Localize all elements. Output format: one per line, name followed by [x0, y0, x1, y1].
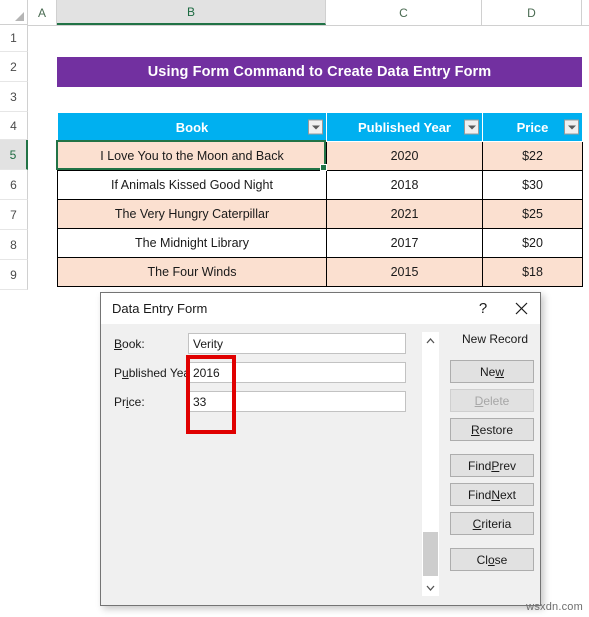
row-header-4[interactable]: 4: [0, 112, 28, 140]
table-cell[interactable]: $18: [482, 257, 583, 287]
table-cell[interactable]: The Very Hungry Caterpillar: [57, 199, 327, 229]
column-header-b[interactable]: B: [57, 0, 326, 25]
record-status-label: New Record: [461, 332, 529, 346]
table-cell[interactable]: 2020: [326, 141, 483, 171]
row-header-1[interactable]: 1: [0, 25, 28, 52]
row-header-3[interactable]: 3: [0, 82, 28, 112]
table-cell[interactable]: $30: [482, 170, 583, 200]
table-cell[interactable]: 2021: [326, 199, 483, 229]
table-header-book[interactable]: Book: [57, 112, 327, 142]
table-header-published-year-label: Published Year: [358, 119, 451, 135]
row-header-label: 5: [9, 147, 17, 162]
table-cell[interactable]: $25: [482, 199, 583, 229]
find-next-button[interactable]: Find Next: [450, 483, 534, 506]
field-label-0: Book:: [114, 337, 145, 351]
table-cell[interactable]: $22: [482, 141, 583, 171]
field-input-1[interactable]: [188, 362, 406, 383]
column-header-label: A: [37, 5, 46, 20]
dialog-title: Data Entry Form: [112, 301, 208, 316]
scrollbar-thumb[interactable]: [423, 532, 438, 576]
row-header-label: 7: [10, 207, 17, 222]
scroll-up-icon[interactable]: [422, 332, 439, 349]
data-entry-form-dialog: Data Entry Form ? Book: Published Year: Pr…: [100, 292, 541, 606]
column-header-c[interactable]: C: [326, 0, 482, 25]
column-header-d[interactable]: D: [482, 0, 582, 25]
new-button[interactable]: Ne w: [450, 360, 534, 383]
table-header-row: Book Published Year Price: [57, 112, 583, 142]
table-row: The Midnight Library 2017 $20: [57, 228, 583, 258]
row-header-2[interactable]: 2: [0, 52, 28, 82]
field-input-0[interactable]: [188, 333, 406, 354]
table-cell[interactable]: I Love You to the Moon and Back: [57, 141, 327, 171]
table-header-book-label: Book: [175, 119, 209, 135]
table-cell[interactable]: 2017: [326, 228, 483, 258]
table-row: I Love You to the Moon and Back 2020 $22: [57, 141, 583, 171]
criteria-button[interactable]: Criteria: [450, 512, 534, 535]
column-header-strip: A B C D: [0, 0, 589, 26]
column-header-a[interactable]: A: [28, 0, 57, 25]
row-header-label: 6: [10, 177, 17, 192]
row-header-label: 1: [10, 31, 17, 45]
filter-dropdown-icon[interactable]: [564, 119, 579, 135]
table-cell[interactable]: If Animals Kissed Good Night: [57, 170, 327, 200]
row-header-8[interactable]: 8: [0, 230, 28, 260]
row-header-9[interactable]: 9: [0, 260, 28, 290]
table-cell[interactable]: 2015: [326, 257, 483, 287]
row-header-label: 8: [10, 237, 17, 252]
row-header-label: 9: [10, 267, 17, 282]
find-prev-button[interactable]: Find Prev: [450, 454, 534, 477]
restore-button[interactable]: Restore: [450, 418, 534, 441]
table-cell[interactable]: The Midnight Library: [57, 228, 327, 258]
row-header-label: 3: [10, 89, 17, 104]
dialog-window-controls: ?: [464, 293, 540, 324]
column-header-label: C: [399, 5, 408, 20]
table-cell[interactable]: $20: [482, 228, 583, 258]
dialog-body: Book: Published Year: Price: New Record Ne…: [101, 324, 540, 605]
row-header-7[interactable]: 7: [0, 200, 28, 230]
watermark: wsxdn.com: [526, 601, 583, 613]
select-all-corner[interactable]: [0, 0, 28, 25]
scroll-down-icon[interactable]: [422, 579, 439, 596]
filter-dropdown-icon[interactable]: [464, 119, 479, 135]
row-header-5[interactable]: 5: [0, 140, 28, 170]
column-header-label: D: [527, 5, 536, 20]
table-cell[interactable]: The Four Winds: [57, 257, 327, 287]
data-table: Book Published Year Price I Love You to …: [57, 112, 583, 287]
table-row: The Four Winds 2015 $18: [57, 257, 583, 287]
dialog-title-bar[interactable]: Data Entry Form ?: [101, 293, 540, 324]
row-header-label: 4: [10, 118, 17, 133]
table-header-published-year[interactable]: Published Year: [326, 112, 483, 142]
row-header-label: 2: [10, 59, 17, 74]
close-icon[interactable]: [502, 293, 540, 324]
record-scrollbar[interactable]: [421, 332, 439, 596]
column-header-label: B: [186, 4, 195, 19]
delete-button: Delete: [450, 389, 534, 412]
table-cell[interactable]: 2018: [326, 170, 483, 200]
table-row: The Very Hungry Caterpillar 2021 $25: [57, 199, 583, 229]
field-label-2: Price:: [114, 395, 145, 409]
field-label-1: Published Year:: [114, 366, 198, 380]
filter-dropdown-icon[interactable]: [308, 119, 323, 135]
field-input-2[interactable]: [188, 391, 406, 412]
help-icon[interactable]: ?: [464, 293, 502, 324]
row-header-6[interactable]: 6: [0, 170, 28, 200]
sheet-title-banner: Using Form Command to Create Data Entry …: [57, 57, 582, 87]
table-row: If Animals Kissed Good Night 2018 $30: [57, 170, 583, 200]
table-header-price-label: Price: [516, 119, 549, 135]
close-button[interactable]: Cl o se: [450, 548, 534, 571]
table-header-price[interactable]: Price: [482, 112, 583, 142]
select-all-triangle-icon: [15, 12, 24, 21]
